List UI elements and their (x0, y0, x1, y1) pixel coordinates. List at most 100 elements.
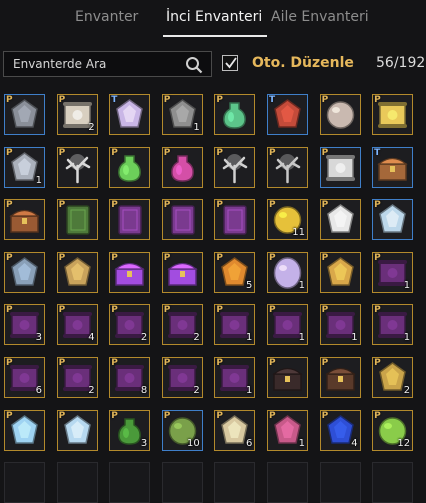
item-grade-badge: P (111, 357, 118, 368)
inventory-slot[interactable]: P1 (266, 409, 308, 451)
item-grade-badge: P (163, 200, 171, 211)
empty-inventory-slot[interactable] (56, 462, 98, 503)
item-grade-badge: P (268, 147, 276, 158)
empty-inventory-slot[interactable] (109, 462, 151, 503)
item-grade-badge: P (374, 95, 381, 105)
inventory-slot[interactable]: P2 (372, 356, 414, 398)
inventory-slot[interactable]: P (214, 146, 256, 188)
inventory-slot[interactable]: P1 (319, 304, 361, 346)
inventory-slot[interactable]: P5 (214, 251, 256, 293)
tab-inventory[interactable]: Envanter (75, 9, 138, 25)
inventory-slot[interactable]: P (319, 199, 361, 241)
inventory-slot[interactable]: T (372, 146, 414, 188)
inventory-slot[interactable]: P (56, 409, 98, 451)
inventory-slot[interactable]: P2 (161, 304, 203, 346)
inventory-slot[interactable]: P1 (214, 304, 256, 346)
inventory-slot[interactable]: P (4, 94, 45, 135)
item-quantity: 2 (140, 332, 148, 344)
item-grade-badge: P (374, 410, 381, 421)
inventory-slot[interactable]: P 11 (266, 199, 308, 241)
inventory-slot[interactable]: P1 (214, 356, 256, 398)
inventory-slot[interactable]: P (319, 251, 361, 293)
inventory-slot[interactable]: P2 (56, 356, 98, 398)
tab-family-inventory[interactable]: Aile Envanteri (271, 9, 369, 25)
item-quantity: 11 (292, 227, 305, 239)
item-quantity: 1 (193, 122, 200, 133)
item-grade-badge: P (6, 147, 13, 158)
inventory-slot[interactable]: P2 (109, 304, 151, 346)
auto-arrange-label[interactable]: Oto. Düzenle (252, 55, 354, 71)
inventory-slot[interactable]: P6 (4, 356, 45, 398)
item-quantity: 1 (246, 384, 253, 396)
inventory-slot[interactable]: P (4, 199, 45, 241)
item-quantity: 12 (397, 437, 411, 449)
inventory-slot[interactable]: P (214, 94, 256, 135)
inventory-slot[interactable]: P (319, 146, 361, 188)
empty-inventory-slot[interactable] (4, 462, 45, 503)
inventory-slot[interactable]: P (372, 199, 414, 241)
search-input[interactable]: Envanterde Ara (3, 51, 212, 77)
item-grade-badge: P (58, 200, 66, 211)
inventory-slot[interactable]: P (266, 146, 308, 188)
item-grade-badge: P (163, 410, 171, 421)
inventory-slot[interactable]: P (109, 146, 151, 188)
item-grade-badge: P (6, 357, 13, 368)
inventory-slot[interactable]: P1 (4, 146, 45, 188)
item-grade-badge: P (163, 147, 171, 158)
inventory-slot[interactable]: P6 (214, 409, 256, 451)
inventory-slot[interactable]: P2 (161, 356, 203, 398)
inventory-slot[interactable]: T (109, 94, 151, 135)
inventory-slot[interactable]: P4 (319, 409, 361, 451)
inventory-slot[interactable]: P 10 (161, 409, 203, 451)
inventory-slot[interactable]: P1 (372, 251, 414, 293)
empty-inventory-slot[interactable] (214, 462, 256, 503)
item-quantity: 1 (403, 279, 411, 291)
item-grade-badge: P (216, 357, 223, 368)
inventory-slot[interactable]: P (319, 356, 361, 398)
inventory-tabs: Envanter İnci Envanteri Aile Envanteri (0, 0, 426, 38)
inventory-slot[interactable]: P (372, 94, 414, 135)
inventory-slot[interactable]: P3 (4, 304, 45, 346)
inventory-slot[interactable]: P (56, 199, 98, 241)
empty-inventory-slot[interactable] (319, 462, 361, 503)
search-icon[interactable] (185, 56, 203, 74)
inventory-slot[interactable]: P1 (161, 94, 203, 135)
inventory-slot[interactable]: P (109, 251, 151, 293)
item-grade-badge: P (374, 357, 381, 368)
inventory-slot[interactable]: P 12 (372, 409, 414, 451)
inventory-slot[interactable]: T (266, 94, 308, 135)
item-quantity: 1 (298, 332, 305, 344)
inventory-slot[interactable]: P3 (109, 409, 151, 451)
inventory-slot[interactable]: P (319, 94, 361, 135)
item-grade-badge: P (163, 357, 171, 368)
auto-arrange-checkbox[interactable] (222, 55, 238, 71)
item-grade-badge: P (321, 200, 329, 211)
inventory-slot[interactable]: P (161, 146, 203, 188)
item-grade-badge: P (6, 305, 13, 316)
inventory-slot[interactable]: P2 (56, 94, 98, 135)
empty-inventory-slot[interactable] (266, 462, 308, 503)
item-grade-badge: P (111, 305, 118, 316)
inventory-slot[interactable]: P1 (372, 304, 414, 346)
inventory-slot[interactable]: P (161, 199, 203, 241)
inventory-slot[interactable]: P (161, 251, 203, 293)
inventory-slot[interactable]: P (4, 251, 45, 293)
inventory-slot[interactable]: P (56, 251, 98, 293)
inventory-slot[interactable]: P (266, 356, 308, 398)
inventory-slot[interactable]: P1 (266, 251, 308, 293)
inventory-slot[interactable]: P1 (266, 304, 308, 346)
empty-inventory-slot[interactable] (372, 462, 414, 503)
inventory-slot[interactable]: P8 (109, 356, 151, 398)
inventory-slot[interactable]: P4 (56, 304, 98, 346)
inventory-slot[interactable]: P (4, 409, 45, 451)
tab-pearl-inventory[interactable]: İnci Envanteri (166, 9, 262, 25)
inventory-slot[interactable]: P (214, 199, 256, 241)
item-grade-badge: P (163, 95, 171, 105)
item-grade-badge: P (321, 252, 329, 263)
search-placeholder: Envanterde Ara (13, 57, 107, 71)
inventory-slot[interactable]: P (56, 146, 98, 188)
inventory-slot[interactable]: P (109, 199, 151, 241)
empty-inventory-slot[interactable] (161, 462, 203, 503)
item-grade-badge: P (6, 95, 13, 105)
item-grade-badge: T (111, 95, 118, 105)
